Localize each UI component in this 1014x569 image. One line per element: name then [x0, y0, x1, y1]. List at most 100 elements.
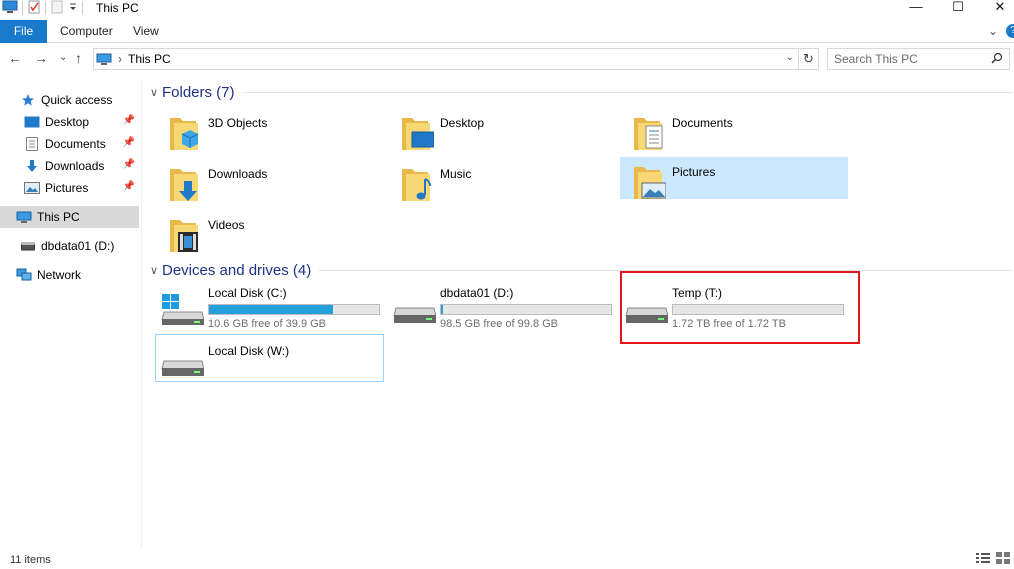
- highlight-box: [620, 271, 860, 344]
- address-text[interactable]: This PC: [128, 52, 171, 66]
- sidebar-item-pictures[interactable]: Pictures 📌: [0, 177, 139, 199]
- drive-icon: [161, 360, 204, 376]
- folder-desktop[interactable]: Desktop: [388, 108, 616, 154]
- drive-usage-fill: [441, 305, 444, 314]
- pin-icon: 📌: [122, 115, 135, 126]
- search-icon[interactable]: [991, 52, 1003, 64]
- sidebar-item-documents[interactable]: Documents 📌: [0, 133, 139, 155]
- network-icon: [16, 268, 32, 282]
- folder-name: Documents: [672, 116, 733, 130]
- drives-heading: Devices and drives (4): [162, 261, 312, 279]
- address-separator: ›: [118, 52, 122, 66]
- sidebar-item-desktop[interactable]: Desktop 📌: [0, 111, 139, 133]
- drive-icon: [393, 307, 436, 323]
- drive-usage-bar: [208, 304, 380, 315]
- pin-icon: 📌: [122, 137, 135, 148]
- sidebar-item-label: Downloads: [45, 159, 105, 173]
- close-button[interactable]: ✕: [980, 0, 1014, 16]
- downloads-icon: [24, 159, 40, 173]
- sidebar-item-label: Network: [37, 268, 82, 282]
- desktop-folder-icon: [402, 118, 434, 150]
- downloads-folder-icon: [170, 169, 198, 201]
- new-folder-icon[interactable]: [50, 0, 64, 17]
- pictures-folder-icon: [634, 167, 666, 199]
- expand-ribbon-icon[interactable]: ⌄: [988, 24, 998, 38]
- qat-separator: [22, 1, 23, 15]
- sidebar-item-label: Pictures: [45, 181, 89, 195]
- sidebar-item-downloads[interactable]: Downloads 📌: [0, 155, 139, 177]
- section-divider: [242, 91, 1012, 93]
- folder-name: Desktop: [440, 116, 485, 130]
- drive-icon: [20, 239, 36, 253]
- tab-computer[interactable]: Computer: [60, 20, 113, 43]
- sidebar-item-dbdata01[interactable]: dbdata01 (D:): [0, 235, 139, 257]
- star-icon: [20, 93, 36, 107]
- pin-icon: 📌: [122, 159, 135, 170]
- chevron-down-icon[interactable]: ∨: [146, 264, 162, 277]
- address-dropdown-icon[interactable]: ⌄: [786, 52, 794, 63]
- 3d-objects-folder-icon: [170, 118, 199, 150]
- search-input[interactable]: [834, 49, 984, 69]
- sidebar-item-label: Desktop: [45, 115, 90, 129]
- folders-heading: Folders (7): [162, 83, 235, 101]
- navigation-pane: Quick access Desktop 📌 Documents 📌 Downl…: [0, 80, 142, 548]
- details-view-icon[interactable]: [976, 552, 990, 567]
- window-title: This PC: [96, 1, 139, 15]
- recent-locations-button[interactable]: ⌄: [59, 50, 67, 66]
- title-bar: This PC — ☐ ✕: [0, 0, 1014, 20]
- help-icon[interactable]: ?: [1006, 24, 1014, 38]
- documents-icon: [24, 137, 40, 151]
- qat-customize-icon[interactable]: [68, 1, 78, 15]
- sidebar-item-label: Quick access: [41, 93, 113, 107]
- folder-pictures[interactable]: Pictures: [620, 157, 848, 199]
- drive-d[interactable]: dbdata01 (D:) 98.5 GB free of 99.8 GB: [388, 282, 616, 330]
- music-folder-icon: [402, 169, 431, 201]
- sidebar-item-quick-access[interactable]: Quick access: [0, 89, 139, 111]
- drive-usage-bar: [440, 304, 612, 315]
- qat-separator: [45, 1, 46, 15]
- folder-name: Music: [440, 167, 472, 181]
- folder-music[interactable]: Music: [388, 159, 616, 205]
- folder-name: Videos: [208, 218, 245, 232]
- large-icons-view-icon[interactable]: [996, 552, 1010, 567]
- search-box[interactable]: [827, 48, 1010, 70]
- minimize-button[interactable]: —: [896, 0, 936, 16]
- folder-3d-objects[interactable]: 3D Objects: [156, 108, 384, 154]
- drive-name: Local Disk (W:): [208, 344, 290, 358]
- pictures-icon: [24, 181, 40, 195]
- folder-name: 3D Objects: [208, 116, 268, 130]
- qat-separator: [82, 1, 83, 15]
- drives-section-header[interactable]: ∨ Devices and drives (4): [146, 259, 1012, 281]
- chevron-down-icon[interactable]: ∨: [146, 86, 162, 99]
- drive-name: dbdata01 (D:): [440, 286, 514, 300]
- window-app-icon[interactable]: [2, 0, 18, 17]
- sidebar-item-label: dbdata01 (D:): [41, 239, 115, 253]
- documents-folder-icon: [634, 118, 663, 150]
- drive-w[interactable]: Local Disk (W:): [155, 334, 384, 382]
- sidebar-item-this-pc[interactable]: This PC: [0, 206, 139, 228]
- ribbon-tabs: File Computer View ⌄ ?: [0, 20, 1014, 43]
- forward-button[interactable]: →: [34, 50, 48, 66]
- sidebar-item-network[interactable]: Network: [0, 264, 139, 286]
- maximize-button[interactable]: ☐: [938, 0, 978, 16]
- folder-videos[interactable]: Videos: [156, 210, 384, 256]
- this-pc-icon: [96, 53, 112, 66]
- folders-section-header[interactable]: ∨ Folders (7): [146, 81, 1012, 103]
- tab-view[interactable]: View: [133, 20, 159, 43]
- folder-downloads[interactable]: Downloads: [156, 159, 384, 205]
- quick-access-toolbar: [2, 0, 83, 16]
- folder-documents[interactable]: Documents: [620, 108, 848, 154]
- address-bar[interactable]: › This PC ⌄ ↻: [93, 48, 819, 70]
- up-button[interactable]: ↑: [75, 50, 82, 66]
- properties-icon[interactable]: [27, 0, 41, 17]
- navigation-row: ← → ⌄ ↑ › This PC ⌄ ↻: [0, 46, 1014, 72]
- this-pc-icon: [16, 210, 32, 224]
- drive-c[interactable]: Local Disk (C:) 10.6 GB free of 39.9 GB: [156, 282, 384, 330]
- drive-name: Local Disk (C:): [208, 286, 287, 300]
- view-toggle: [976, 552, 1010, 567]
- refresh-icon[interactable]: ↻: [798, 49, 818, 69]
- tab-file[interactable]: File: [0, 20, 47, 43]
- pin-icon: 📌: [122, 181, 135, 192]
- back-button[interactable]: ←: [8, 50, 22, 66]
- ribbon-right-controls: ⌄ ?: [988, 24, 1014, 38]
